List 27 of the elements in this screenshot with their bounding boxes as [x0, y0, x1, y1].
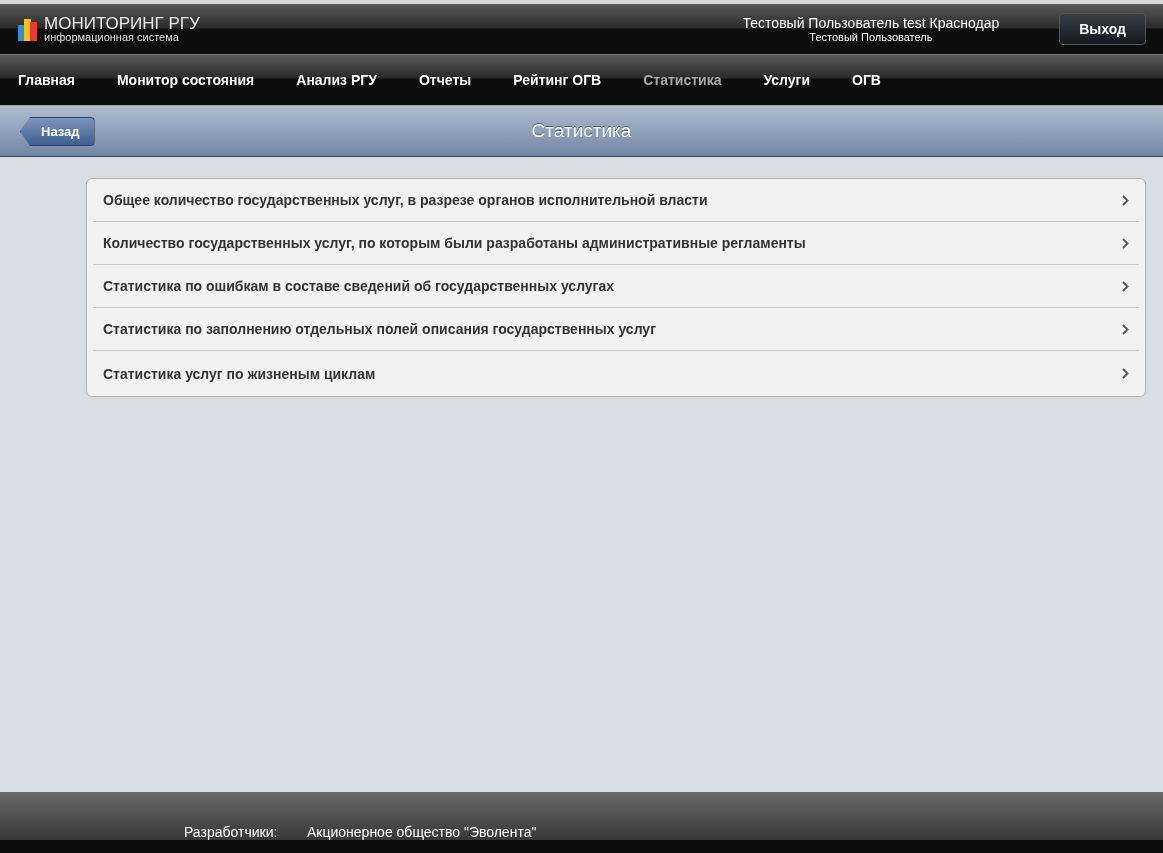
back-button[interactable]: Назад	[20, 117, 95, 146]
chevron-right-icon	[1122, 368, 1129, 379]
logout-button[interactable]: Выход	[1059, 13, 1146, 45]
nav-link[interactable]: Рейтинг ОГВ	[513, 72, 602, 88]
nav-link[interactable]: Статистика	[643, 72, 722, 88]
list-item[interactable]: Статистика услуг по жизненым циклам	[93, 351, 1139, 396]
developer-name: Акционерное общество "Эволента"	[307, 824, 537, 840]
list-item[interactable]: Общее количество государственных услуг, в разрезе органов исполнительной власти	[93, 179, 1139, 222]
page-title: Статистика	[531, 120, 632, 142]
user-name: Тестовый Пользователь	[809, 31, 933, 43]
logo-title: МОНИТОРИНГ РГУ	[44, 15, 200, 32]
user-info: Тестовый Пользователь test Краснодар	[742, 15, 1000, 31]
chevron-right-icon	[1122, 323, 1129, 335]
list-item[interactable]: Количество государственных услуг, по которым были разработаны административные регламенты	[93, 222, 1139, 265]
nav-link[interactable]: Главная	[18, 72, 75, 88]
chevron-right-icon	[1122, 280, 1129, 292]
footer-label: Разработчики:	[184, 824, 279, 840]
nav-link[interactable]: Услуги	[763, 72, 811, 88]
logo-subtitle: информационная система	[44, 32, 180, 43]
nav-link[interactable]: ОГВ	[852, 72, 881, 88]
nav-link[interactable]: Монитор состояния	[116, 72, 255, 88]
chevron-right-icon	[1122, 237, 1129, 249]
nav-link[interactable]: Анализ РГУ	[296, 72, 377, 88]
chevron-right-icon	[1122, 194, 1129, 206]
list-item[interactable]: Статистика по заполнению отдельных полей описания государственных услуг	[93, 308, 1139, 351]
nav-link[interactable]: Отчеты	[418, 72, 472, 88]
list-item[interactable]: Статистика по ошибкам в составе сведений об государственных услугах	[93, 265, 1139, 308]
